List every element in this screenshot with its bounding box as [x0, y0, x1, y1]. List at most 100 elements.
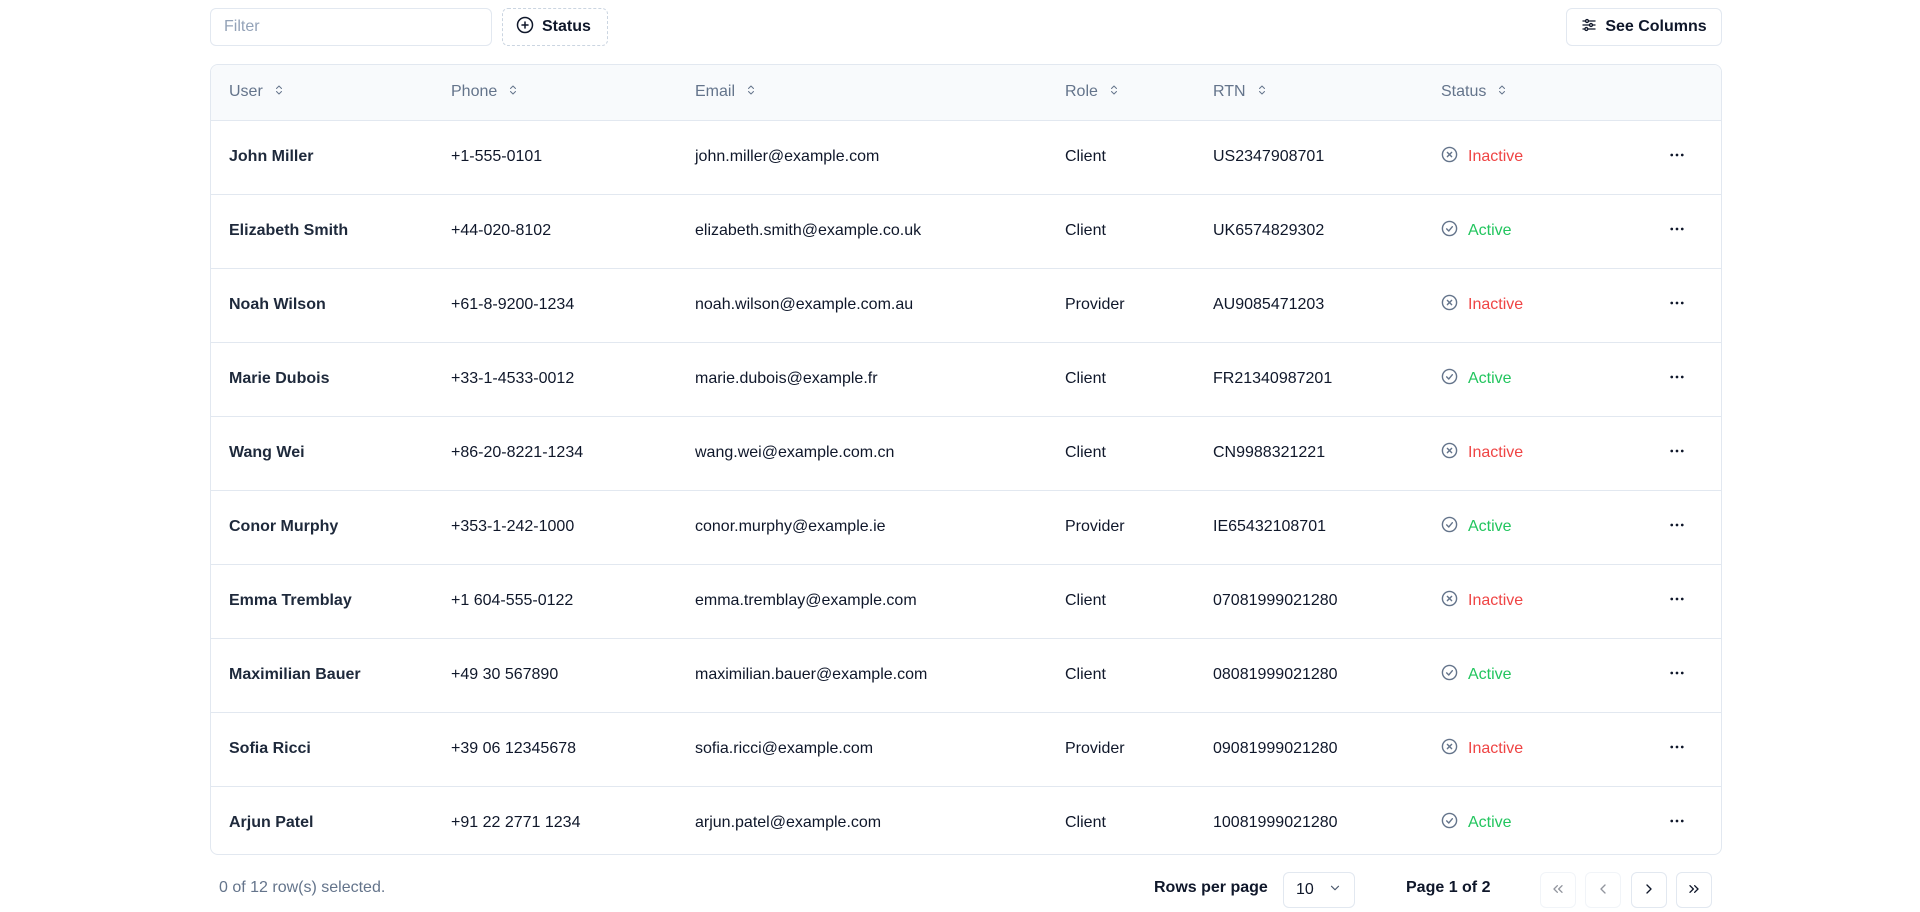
sort-icon	[273, 83, 285, 102]
user-cell: Marie Dubois	[229, 370, 330, 387]
table-row[interactable]: Emma Tremblay +1 604-555-0122 emma.trembla…	[211, 564, 1721, 638]
rtn-cell: 09081999021280	[1213, 740, 1338, 757]
user-cell: Emma Tremblay	[229, 592, 352, 609]
status-text: Inactive	[1468, 444, 1524, 461]
role-cell: Client	[1065, 592, 1106, 609]
row-actions-button[interactable]	[1661, 659, 1693, 691]
check-circle-icon	[1441, 664, 1458, 686]
table-header-row: User Phone Email Role RTN Status	[211, 65, 1721, 120]
check-circle-icon	[1441, 368, 1458, 390]
x-circle-icon	[1441, 738, 1458, 760]
status-text: Inactive	[1468, 740, 1524, 757]
status-cell: Inactive	[1423, 268, 1633, 342]
sort-icon	[1256, 83, 1268, 102]
column-header-phone[interactable]: Phone	[433, 65, 677, 120]
first-page-button[interactable]	[1540, 872, 1576, 908]
table-row[interactable]: John Miller +1-555-0101 john.miller@exampl…	[211, 120, 1721, 194]
email-cell: john.miller@example.com	[695, 148, 880, 165]
row-actions-button[interactable]	[1661, 807, 1693, 839]
column-header-label: Status	[1441, 83, 1487, 101]
actions-cell	[1633, 120, 1721, 194]
status-filter-button[interactable]: Status	[502, 8, 608, 46]
see-columns-label: See Columns	[1605, 18, 1707, 35]
actions-cell	[1633, 194, 1721, 268]
row-actions-button[interactable]	[1661, 437, 1693, 469]
next-page-button[interactable]	[1631, 872, 1667, 908]
column-header-status[interactable]: Status	[1423, 65, 1633, 120]
status-cell: Active	[1423, 786, 1633, 854]
status-cell: Active	[1423, 490, 1633, 564]
row-actions-button[interactable]	[1661, 585, 1693, 617]
user-cell: John Miller	[229, 148, 314, 165]
column-header-label: Role	[1065, 83, 1098, 101]
sort-icon	[1496, 83, 1508, 102]
table-row[interactable]: Marie Dubois +33-1-4533-0012 marie.dubois@…	[211, 342, 1721, 416]
row-actions-button[interactable]	[1661, 733, 1693, 765]
phone-cell: +39 06 12345678	[451, 740, 577, 757]
role-cell: Provider	[1065, 296, 1125, 313]
rows-per-page-label: Rows per page	[1154, 879, 1268, 896]
table-row[interactable]: Conor Murphy +353-1-242-1000 conor.murphy@…	[211, 490, 1721, 564]
table-row[interactable]: Maximilian Bauer +49 30 567890 maximilian.…	[211, 638, 1721, 712]
table-footer: 0 of 12 row(s) selected. Rows per page 1…	[210, 870, 1722, 910]
row-actions-button[interactable]	[1661, 363, 1693, 395]
email-cell: noah.wilson@example.com.au	[695, 296, 914, 313]
users-table-container: User Phone Email Role RTN Status John Miller +…	[210, 64, 1722, 855]
table-toolbar: Status See Columns	[210, 0, 1722, 64]
actions-cell	[1633, 268, 1721, 342]
actions-cell	[1633, 490, 1721, 564]
rows-per-page-select[interactable]: 10	[1283, 872, 1355, 908]
ellipsis-icon	[1668, 516, 1686, 539]
column-header-label: Phone	[451, 83, 498, 101]
row-actions-button[interactable]	[1661, 141, 1693, 173]
table-row[interactable]: Arjun Patel +91 22 2771 1234 arjun.patel@e…	[211, 786, 1721, 854]
role-cell: Client	[1065, 666, 1106, 683]
row-actions-button[interactable]	[1661, 215, 1693, 247]
table-row[interactable]: Sofia Ricci +39 06 12345678 sofia.ricci@ex…	[211, 712, 1721, 786]
ellipsis-icon	[1668, 220, 1686, 243]
column-header-user[interactable]: User	[211, 65, 433, 120]
check-circle-icon	[1441, 220, 1458, 242]
status-cell: Active	[1423, 638, 1633, 712]
table-row[interactable]: Elizabeth Smith +44-020-8102 elizabeth.smi…	[211, 194, 1721, 268]
status-cell: Inactive	[1423, 712, 1633, 786]
see-columns-button[interactable]: See Columns	[1566, 8, 1722, 46]
status-text: Inactive	[1468, 592, 1524, 609]
role-cell: Client	[1065, 370, 1106, 387]
table-row[interactable]: Wang Wei +86-20-8221-1234 wang.wei@example…	[211, 416, 1721, 490]
user-cell: Sofia Ricci	[229, 740, 311, 757]
status-cell: Active	[1423, 194, 1633, 268]
column-header-email[interactable]: Email	[677, 65, 1047, 120]
chevron-down-icon	[1328, 881, 1342, 900]
chevron-right-icon	[1641, 881, 1657, 900]
column-header-actions	[1633, 65, 1721, 120]
status-cell: Active	[1423, 342, 1633, 416]
phone-cell: +44-020-8102	[451, 222, 552, 239]
phone-cell: +353-1-242-1000	[451, 518, 575, 535]
status-filter-label: Status	[542, 18, 591, 35]
status-text: Active	[1468, 814, 1512, 831]
last-page-button[interactable]	[1676, 872, 1712, 908]
column-header-role[interactable]: Role	[1047, 65, 1195, 120]
phone-cell: +61-8-9200-1234	[451, 296, 575, 313]
ellipsis-icon	[1668, 442, 1686, 465]
role-cell: Client	[1065, 148, 1106, 165]
row-actions-button[interactable]	[1661, 289, 1693, 321]
status-cell: Inactive	[1423, 120, 1633, 194]
ellipsis-icon	[1668, 812, 1686, 835]
status-cell: Inactive	[1423, 416, 1633, 490]
actions-cell	[1633, 564, 1721, 638]
actions-cell	[1633, 712, 1721, 786]
email-cell: arjun.patel@example.com	[695, 814, 882, 831]
previous-page-button[interactable]	[1585, 872, 1621, 908]
data-table-view: Status See Columns User Phone Email Role RTN…	[210, 0, 1722, 908]
table-row[interactable]: Noah Wilson +61-8-9200-1234 noah.wilson@ex…	[211, 268, 1721, 342]
email-cell: elizabeth.smith@example.co.uk	[695, 222, 922, 239]
user-cell: Elizabeth Smith	[229, 222, 349, 239]
row-actions-button[interactable]	[1661, 511, 1693, 543]
role-cell: Provider	[1065, 518, 1125, 535]
status-text: Active	[1468, 222, 1512, 239]
filter-input[interactable]	[210, 8, 492, 46]
user-cell: Wang Wei	[229, 444, 305, 461]
column-header-rtn[interactable]: RTN	[1195, 65, 1423, 120]
